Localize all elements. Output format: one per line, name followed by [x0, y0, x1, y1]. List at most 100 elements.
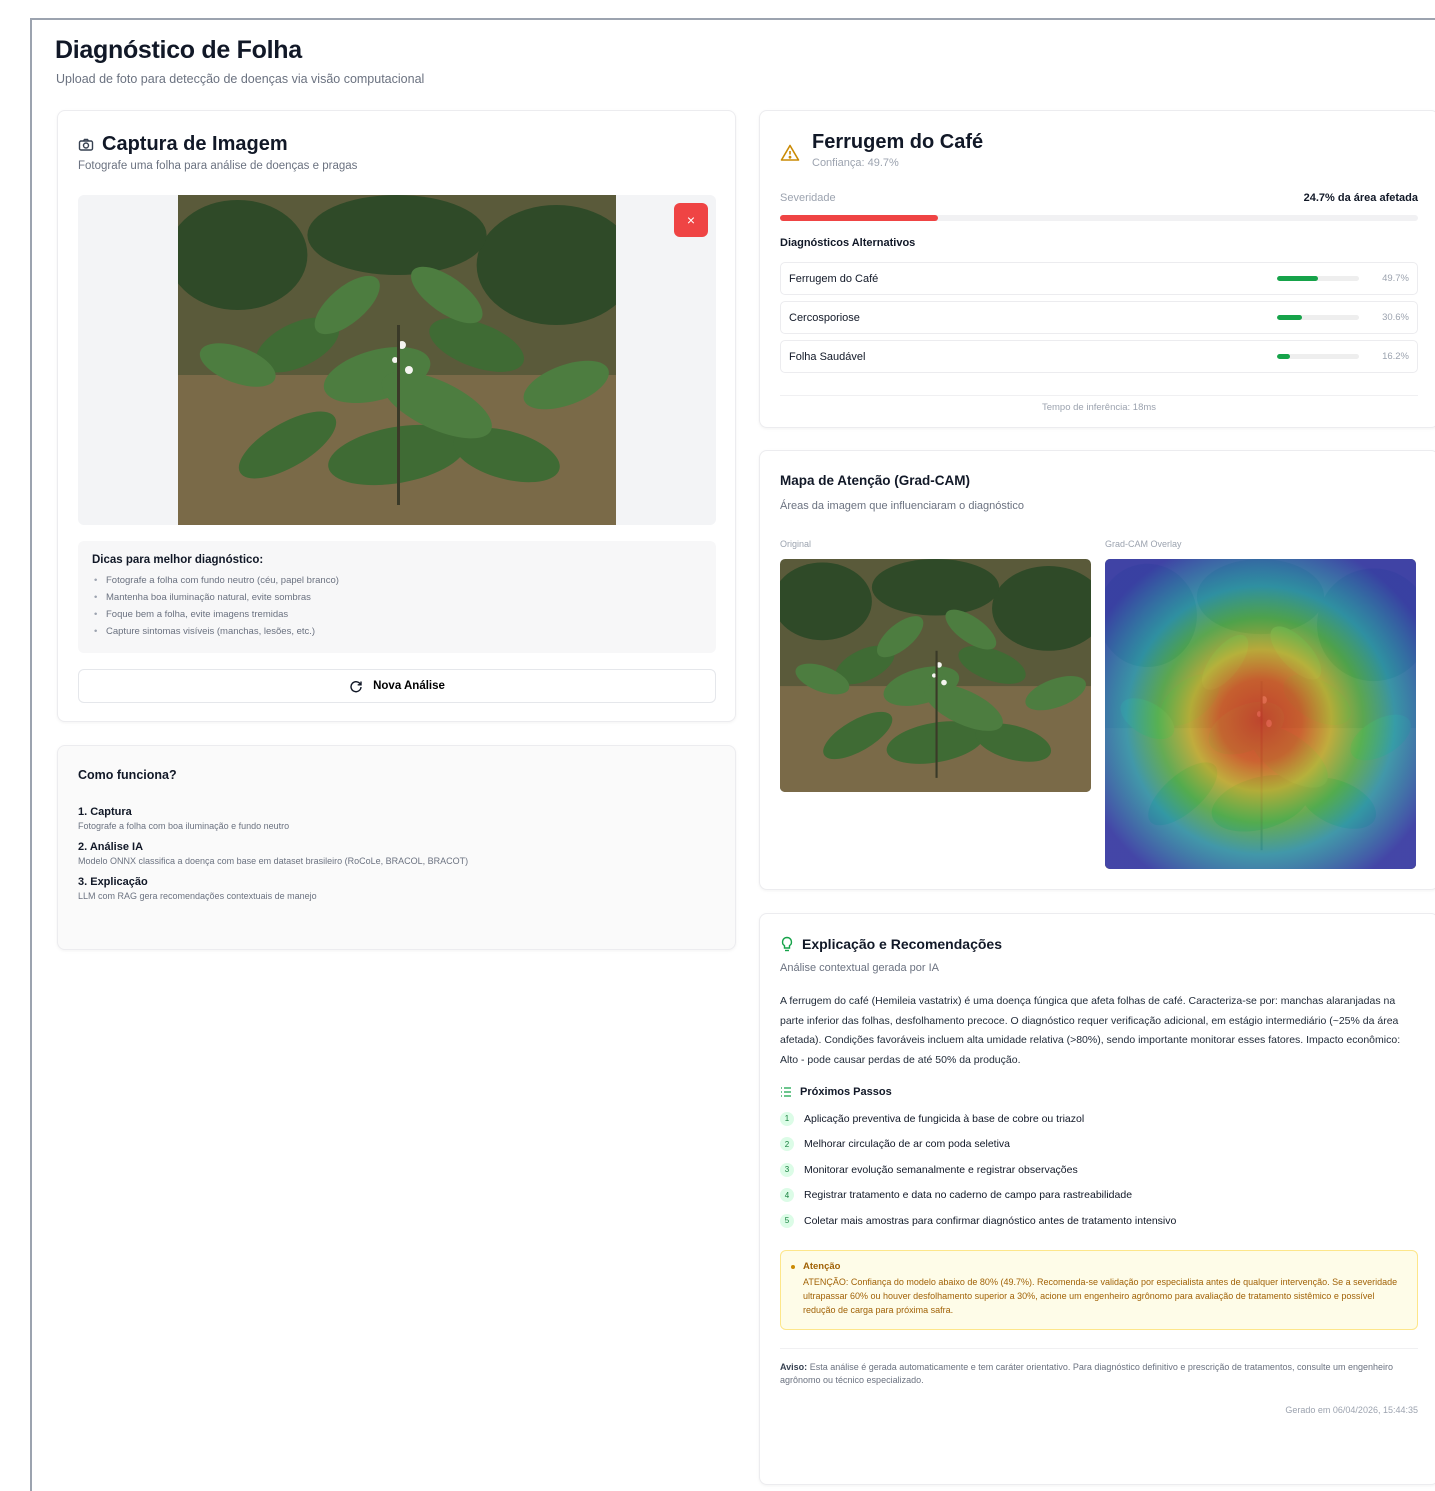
next-step-item: 3 Monitorar evolução semanalmente e regis… — [780, 1157, 1418, 1183]
page-title: Diagnóstico de Folha — [55, 36, 302, 64]
capture-card: Captura de Imagem Fotografe uma folha pa… — [57, 110, 736, 722]
how-step: 3. Explicação LLM com RAG gera recomenda… — [78, 876, 715, 901]
alternative-bar-fill — [1277, 315, 1303, 320]
overlay-label: Grad-CAM Overlay — [1105, 539, 1182, 549]
alternative-item: Cercosporiose 30.6% — [780, 301, 1418, 334]
how-step-desc: Fotografe a folha com boa iluminação e f… — [78, 821, 290, 831]
how-step-desc: Modelo ONNX classifica a doença com base… — [78, 856, 469, 866]
original-image — [780, 559, 1091, 792]
tip-item: Capture sintomas visíveis (manchas, lesõ… — [92, 623, 702, 640]
next-steps-list: 1 Aplicação preventiva de fungicida à bas… — [780, 1106, 1418, 1234]
camera-icon — [78, 138, 94, 151]
next-steps-title: Próximos Passos — [800, 1086, 892, 1098]
severity-value: 24.7% da área afetada — [1303, 192, 1418, 204]
next-steps-title-row: Próximos Passos — [780, 1086, 1418, 1098]
next-step-item: 5 Coletar mais amostras para confirmar di… — [780, 1208, 1418, 1234]
step-number: 5 — [780, 1213, 794, 1228]
severity-label: Severidade — [780, 192, 836, 204]
how-step-desc: LLM com RAG gera recomendações contextua… — [78, 891, 317, 901]
capture-subtitle: Fotografe uma folha para análise de doen… — [78, 160, 358, 172]
list-icon — [781, 1087, 791, 1097]
step-number: 3 — [780, 1162, 794, 1177]
how-step-title: 3. Explicação — [78, 876, 148, 888]
diagnosis-card: Ferrugem do Café Confiança: 49.7% Severi… — [759, 110, 1435, 428]
explanation-subtitle: Análise contextual gerada por IA — [780, 962, 939, 974]
alternative-pct: 49.7% — [1382, 273, 1409, 284]
diagnosis-header: Ferrugem do Café Confiança: 49.7% — [780, 131, 1418, 169]
generated-timestamp: Gerado em 06/04/2026, 15:44:35 — [1285, 1404, 1418, 1415]
alternative-bar — [1277, 315, 1359, 320]
warning-triangle-icon — [780, 144, 800, 161]
explanation-card: Explicação e Recomendações Análise conte… — [759, 913, 1435, 1485]
next-step-text: Coletar mais amostras para confirmar dia… — [804, 1214, 1177, 1227]
next-step-text: Monitorar evolução semanalmente e regist… — [804, 1163, 1078, 1176]
how-step-title: 2. Análise IA — [78, 841, 144, 853]
tip-item: Fotografe a folha com fundo neutro (céu,… — [92, 572, 702, 589]
diagnosis-title: Ferrugem do Café — [812, 131, 984, 153]
inference-time: Tempo de inferência: 18ms — [780, 395, 1418, 413]
diagnosis-confidence: Confiança: 49.7% — [812, 157, 899, 169]
explanation-body: A ferrugem do café (Hemileia vastatrix) … — [780, 995, 1401, 1066]
warning-box: Atenção ATENÇÃO: Confiança do modelo aba… — [780, 1249, 1418, 1330]
next-step-item: 1 Aplicação preventiva de fungicida à bas… — [780, 1106, 1418, 1132]
alternatives-list: Ferrugem do Café 49.7% Cercosporiose 30.… — [780, 262, 1418, 379]
original-photo — [780, 559, 1091, 792]
refresh-icon — [350, 681, 362, 693]
alternative-item: Folha Saudável 16.2% — [780, 340, 1418, 373]
how-it-works-card: Como funciona? 1. Captura Fotografe a fo… — [57, 745, 736, 950]
step-number: 4 — [780, 1188, 794, 1203]
alternative-name: Cercosporiose — [789, 311, 860, 324]
severity-bar — [780, 215, 1418, 221]
tip-item: Foque bem a folha, evite imagens tremida… — [92, 606, 702, 623]
severity-bar-fill — [780, 215, 938, 221]
disclaimer: Aviso: Esta análise é gerada automaticam… — [780, 1347, 1418, 1387]
new-analysis-label: Nova Análise — [373, 680, 445, 692]
tip-item: Mantenha boa iluminação natural, evite s… — [92, 589, 702, 606]
tips-list: Fotografe a folha com fundo neutro (céu,… — [92, 572, 702, 640]
gradcam-heatmap — [1105, 559, 1416, 869]
next-step-text: Registrar tratamento e data no caderno d… — [804, 1189, 1133, 1202]
how-step-title: 1. Captura — [78, 806, 132, 818]
lightbulb-icon — [781, 936, 793, 952]
step-number: 1 — [780, 1111, 794, 1126]
explanation-title-row: Explicação e Recomendações — [780, 936, 1418, 952]
leaf-photo — [178, 195, 616, 525]
warning-text: ATENÇÃO: Confiança do modelo abaixo de 8… — [803, 1276, 1398, 1315]
alternative-bar-fill — [1277, 354, 1291, 359]
gradcam-title: Mapa de Atenção (Grad-CAM) — [780, 473, 971, 488]
gradcam-card: Mapa de Atenção (Grad-CAM) Áreas da imag… — [759, 450, 1435, 890]
disclaimer-label: Aviso: — [780, 1361, 808, 1372]
capture-title-row: Captura de Imagem — [78, 133, 715, 156]
alternative-item: Ferrugem do Café 49.7% — [780, 262, 1418, 295]
disclaimer-text: Esta análise é gerada automaticamente e … — [780, 1361, 1394, 1385]
warning-title: Atenção — [803, 1260, 841, 1272]
alternative-pct: 16.2% — [1382, 351, 1409, 362]
gradcam-overlay-image — [1105, 559, 1416, 869]
alternative-name: Ferrugem do Café — [789, 272, 879, 285]
alternative-pct: 30.6% — [1382, 312, 1409, 323]
page-subtitle: Upload de foto para detecção de doenças … — [56, 72, 425, 86]
original-label: Original — [780, 539, 812, 549]
new-analysis-button[interactable]: Nova Análise — [78, 669, 716, 703]
alternative-bar — [1277, 276, 1359, 281]
gradcam-subtitle: Áreas da imagem que influenciaram o diag… — [780, 500, 1024, 512]
next-step-text: Melhorar circulação de ar com poda selet… — [804, 1138, 1011, 1151]
tips-box: Dicas para melhor diagnóstico: Fotografe… — [78, 541, 716, 653]
capture-title: Captura de Imagem — [102, 133, 288, 155]
alternative-bar — [1277, 354, 1359, 359]
warning-dot-icon — [791, 1264, 795, 1269]
next-step-item: 4 Registrar tratamento e data no caderno … — [780, 1183, 1418, 1209]
remove-image-button[interactable]: × — [674, 203, 708, 237]
step-number: 2 — [780, 1137, 794, 1152]
how-step: 2. Análise IA Modelo ONNX classifica a d… — [78, 841, 715, 866]
image-preview-area: × — [78, 195, 716, 525]
next-step-item: 2 Melhorar circulação de ar com poda sele… — [780, 1132, 1418, 1158]
severity-row: Severidade 24.7% da área afetada — [780, 192, 1418, 204]
alternatives-title: Diagnósticos Alternativos — [780, 237, 916, 249]
explanation-title: Explicação e Recomendações — [802, 936, 1002, 952]
how-title: Como funciona? — [78, 768, 177, 782]
alternative-bar-fill — [1277, 276, 1318, 281]
how-step: 1. Captura Fotografe a folha com boa ilu… — [78, 806, 715, 831]
alternative-name: Folha Saudável — [789, 350, 866, 363]
next-step-text: Aplicação preventiva de fungicida à base… — [804, 1112, 1085, 1125]
